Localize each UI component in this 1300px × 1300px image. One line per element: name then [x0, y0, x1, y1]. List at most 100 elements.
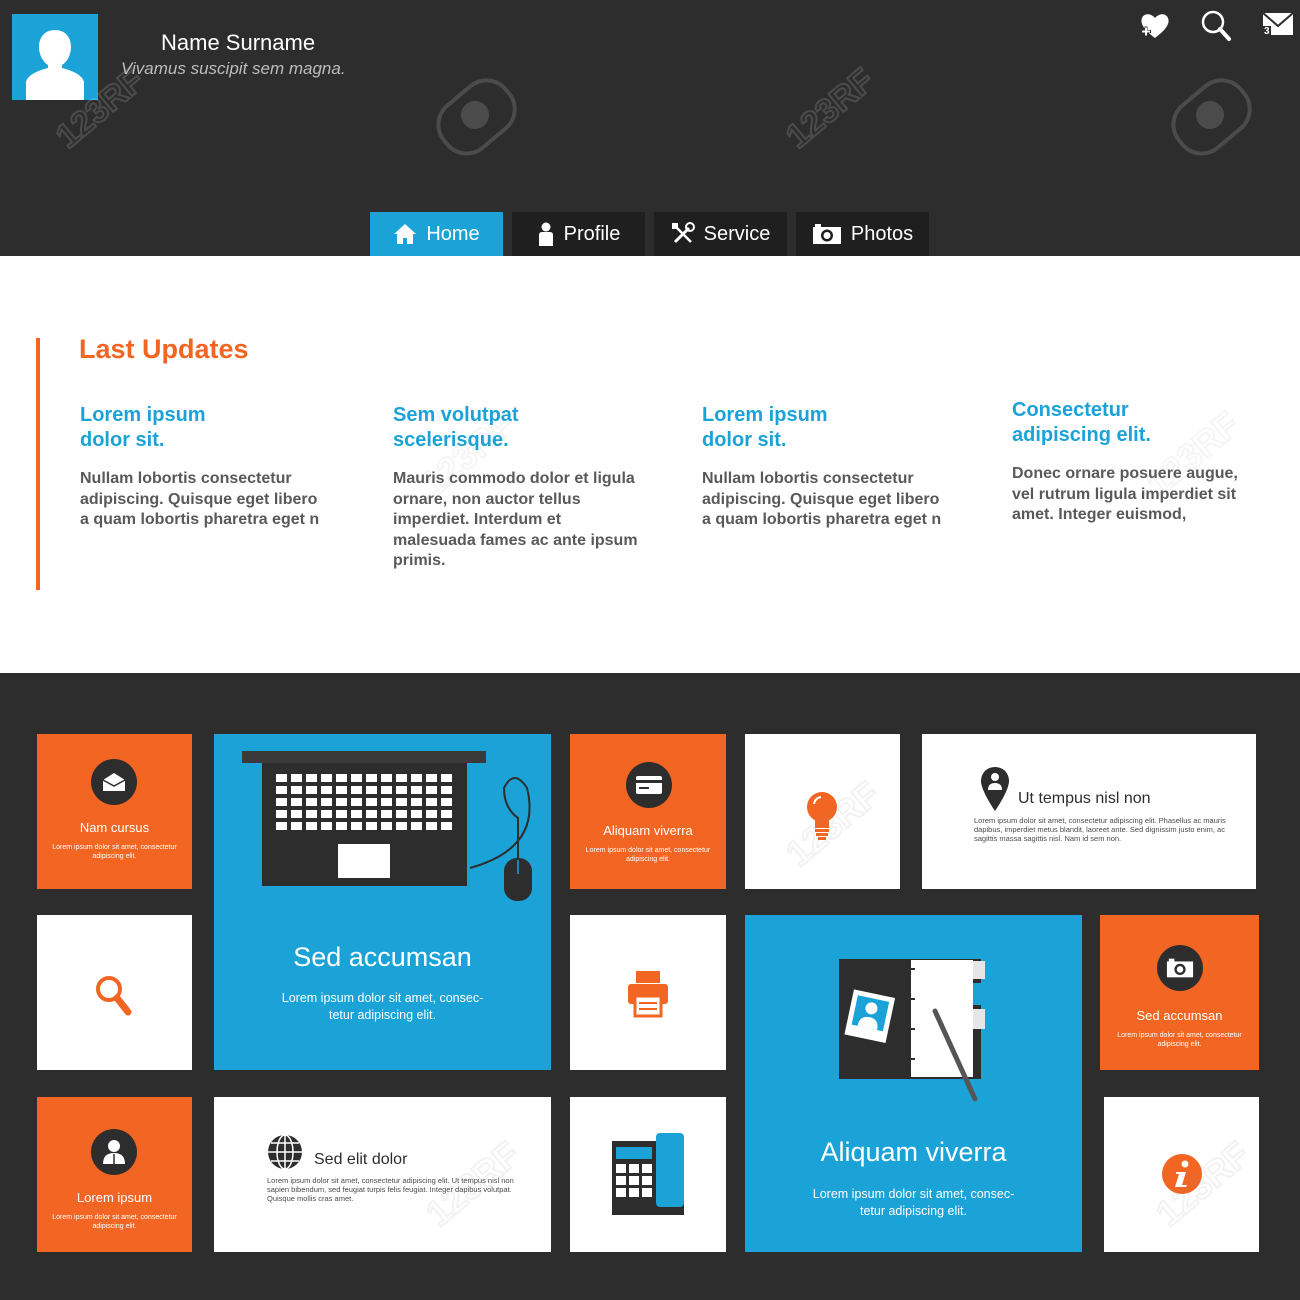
tab-service[interactable]: Service	[654, 212, 787, 256]
globe-icon	[268, 1134, 302, 1170]
keyboard-key	[336, 822, 347, 830]
tile-text: Lorem ipsum dolor sit amet, consectetur …	[974, 816, 1226, 843]
update-title[interactable]: Consectetur adipiscing elit.	[1012, 398, 1262, 448]
keyboard-key	[396, 798, 407, 806]
tile-printer[interactable]	[570, 915, 726, 1070]
keyboard-key	[306, 798, 317, 806]
keyboard-key	[411, 786, 422, 794]
keyboard-key	[411, 822, 422, 830]
update-text: Mauris commodo dolor et ligula ornare, n…	[393, 470, 638, 570]
tile-nam-cursus[interactable]: Nam cursus Lorem ipsum dolor sit amet, c…	[37, 734, 192, 889]
tile-search[interactable]	[37, 915, 192, 1070]
tile-aliquam-viverra[interactable]: Aliquam viverra Lorem ipsum dolor sit am…	[570, 734, 726, 889]
mail-count-badge: 3	[1263, 26, 1271, 37]
keyboard-key	[276, 774, 287, 782]
tab-home[interactable]: Home	[370, 212, 503, 256]
tile-ut-tempus[interactable]: Ut tempus nisl non Lorem ipsum dolor sit…	[922, 734, 1256, 889]
tile-lorem-ipsum[interactable]: Lorem ipsum Lorem ipsum dolor sit amet, …	[37, 1097, 192, 1252]
update-title[interactable]: Lorem ipsum dolor sit.	[80, 403, 320, 453]
keyboard-key	[426, 798, 437, 806]
tile-title: Aliquam viverra	[820, 1137, 1007, 1167]
avatar[interactable]	[12, 14, 98, 100]
keyboard-key	[366, 774, 377, 782]
keyboard-key	[381, 798, 392, 806]
tile-sed-elit-dolor[interactable]: Sed elit dolor Lorem ipsum dolor sit ame…	[214, 1097, 551, 1252]
keyboard-key	[276, 810, 287, 818]
keyboard-key	[336, 786, 347, 794]
keyboard-key	[336, 810, 347, 818]
keyboard-key	[291, 774, 302, 782]
keyboard-key	[441, 822, 452, 830]
printer-icon	[628, 971, 668, 1018]
keyboard-key	[306, 822, 317, 830]
favorites-button[interactable]	[1137, 8, 1173, 44]
keyboard-key	[441, 810, 452, 818]
keyboard-key	[396, 786, 407, 794]
update-column: Sem volutpat scelerisque. Mauris commodo…	[393, 403, 638, 572]
notebook-icon	[839, 959, 985, 1102]
tile-info[interactable]	[1104, 1097, 1259, 1252]
tile-label: Sed accumsan	[1136, 1008, 1223, 1023]
tile-text: Lorem ipsum dolor sit amet, consectetur …	[1117, 1032, 1242, 1048]
camera-icon	[1157, 945, 1203, 991]
keyboard-key	[321, 786, 332, 794]
keyboard-key	[276, 786, 287, 794]
tab-home-label: Home	[426, 222, 480, 245]
keyboard-key	[366, 810, 377, 818]
tile-sed-accumsan[interactable]: Sed accumsan Lorem ipsum dolor sit amet,…	[1100, 915, 1259, 1070]
tile-text: Lorem ipsum dolor sit amet, consec- tetu…	[812, 1187, 1015, 1218]
tab-photos[interactable]: Photos	[796, 212, 929, 256]
lightbulb-icon	[807, 792, 837, 840]
tab-photos-label: Photos	[850, 222, 914, 245]
keyboard-key	[321, 810, 332, 818]
keyboard-key	[321, 822, 332, 830]
tab-profile[interactable]: Profile	[512, 212, 645, 256]
search-icon	[1201, 10, 1231, 41]
update-title[interactable]: Sem volutpat scelerisque.	[393, 403, 638, 453]
keyboard-key	[441, 786, 452, 794]
keyboard-key	[381, 786, 392, 794]
keyboard-key	[336, 774, 347, 782]
keyboard-key	[411, 774, 422, 782]
tile-text: Lorem ipsum dolor sit amet, consectetur …	[52, 844, 177, 860]
person-icon	[538, 222, 553, 246]
tab-service-label: Service	[703, 222, 771, 245]
update-column: Lorem ipsum dolor sit. Nullam lobortis c…	[702, 403, 942, 531]
tile-label: Aliquam viverra	[603, 823, 693, 838]
keyboard-key	[426, 786, 437, 794]
keyboard-key	[276, 822, 287, 830]
tile-lightbulb[interactable]	[745, 734, 900, 889]
keyboard-key	[321, 774, 332, 782]
tools-icon	[671, 222, 695, 244]
camera-icon	[812, 224, 841, 244]
tile-title: Sed elit dolor	[314, 1151, 408, 1168]
keyboard-key	[351, 810, 362, 818]
search-button[interactable]	[1198, 8, 1234, 44]
keyboard-key	[411, 810, 422, 818]
updates-title: Last Updates	[79, 334, 249, 364]
credit-card-icon	[626, 762, 672, 808]
update-title[interactable]: Lorem ipsum dolor sit.	[702, 403, 942, 453]
keyboard-key	[336, 798, 347, 806]
keyboard-key	[366, 822, 377, 830]
tile-phone[interactable]	[570, 1097, 726, 1252]
tab-profile-label: Profile	[563, 222, 621, 245]
tile-title: Ut tempus nisl non	[1018, 790, 1151, 807]
accent-bar	[36, 338, 40, 590]
update-text: Nullam lobortis consectetur adipiscing. …	[702, 470, 942, 529]
keyboard-key	[351, 798, 362, 806]
keyboard-key	[291, 810, 302, 818]
tile-text: Lorem ipsum dolor sit amet, consectetur …	[267, 1176, 514, 1203]
keyboard-key	[321, 798, 332, 806]
mail-button[interactable]: 3	[1260, 8, 1296, 44]
keyboard-key	[351, 774, 362, 782]
keyboard-key	[306, 786, 317, 794]
update-column: Lorem ipsum dolor sit. Nullam lobortis c…	[80, 403, 320, 531]
tile-notebook-feature[interactable]: Aliquam viverra Lorem ipsum dolor sit am…	[745, 915, 1082, 1252]
keyboard-key	[276, 798, 287, 806]
keyboard-key	[381, 774, 392, 782]
phone-icon	[612, 1133, 684, 1215]
tile-laptop-feature[interactable]: Sed accumsan Lorem ipsum dolor sit amet,…	[214, 734, 551, 1070]
keyboard-key	[366, 786, 377, 794]
envelope-icon	[91, 759, 137, 805]
